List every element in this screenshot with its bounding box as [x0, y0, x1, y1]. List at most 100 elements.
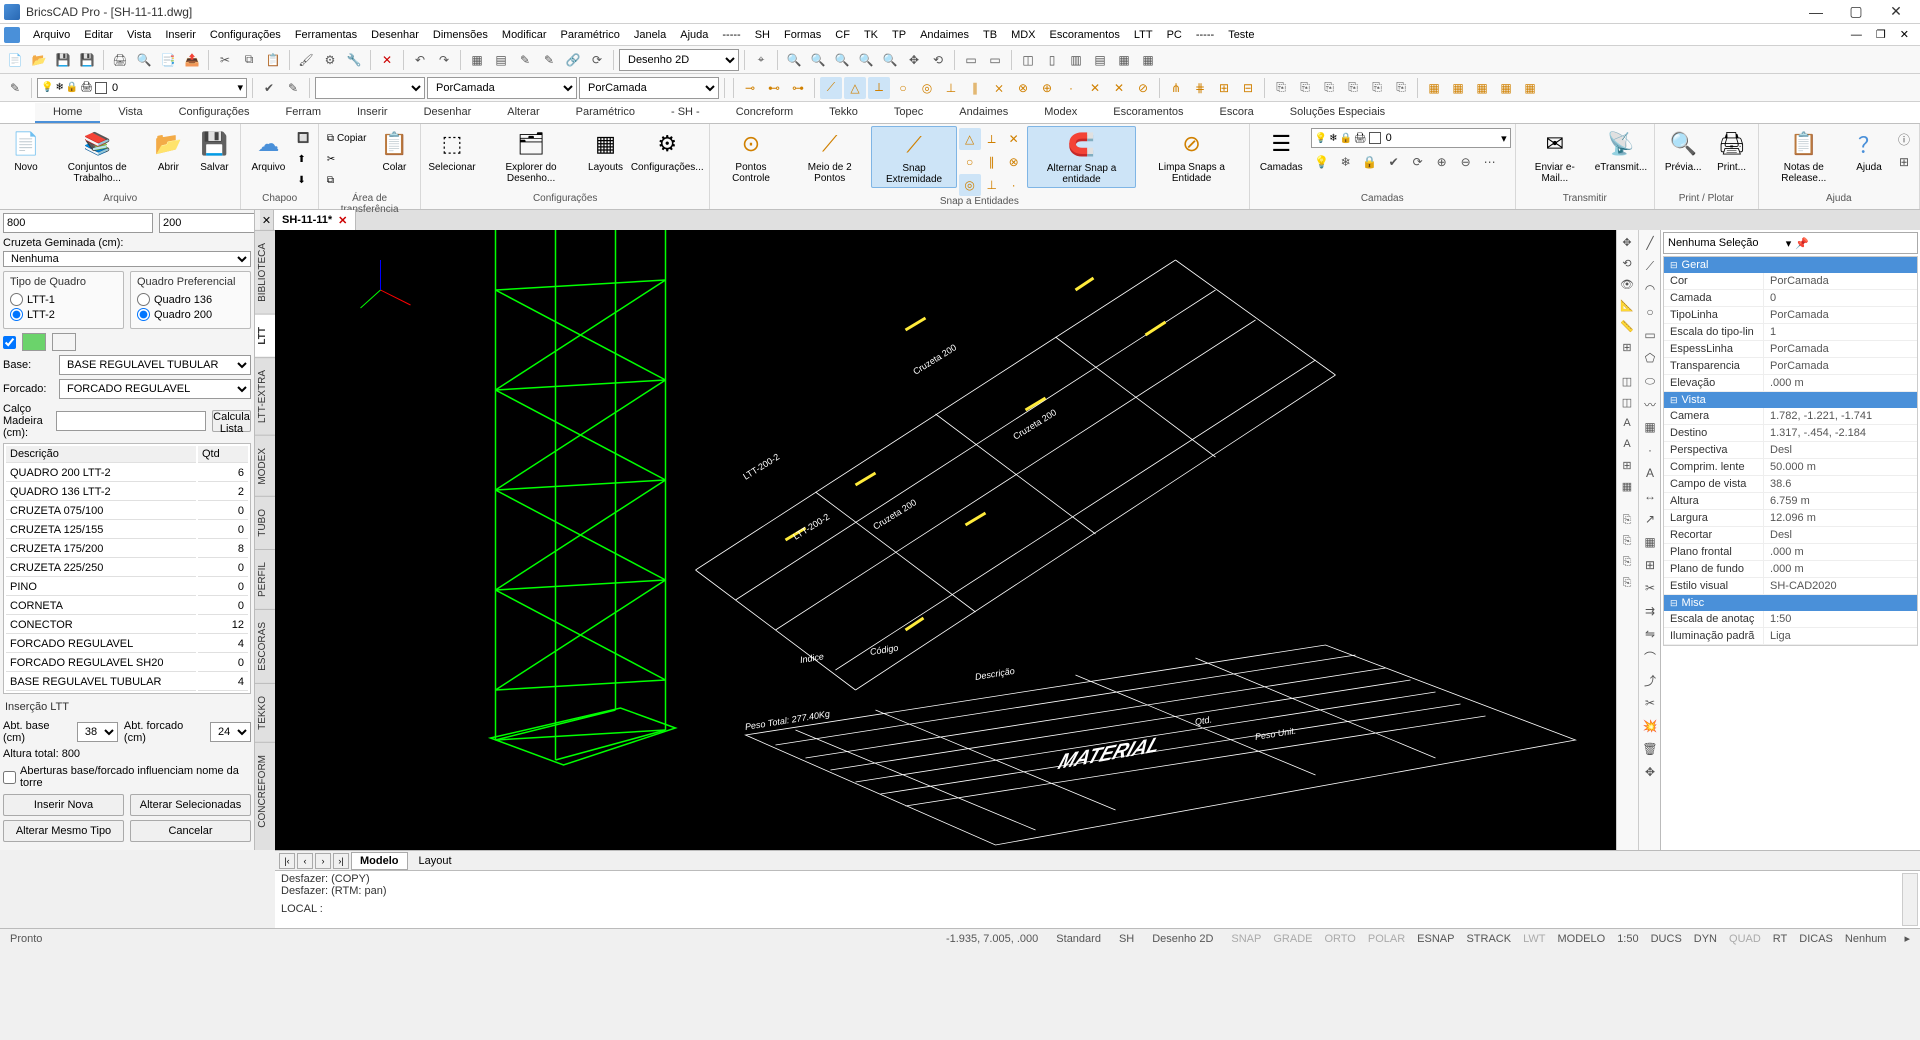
zoom5-icon[interactable]: 🔍	[879, 49, 901, 71]
release-notes-button[interactable]: 📋Notas de Release...	[1763, 126, 1845, 186]
rt-v3-icon[interactable]: ⊞	[1617, 337, 1637, 357]
ribbon-tab---sh--[interactable]: - SH -	[653, 103, 718, 123]
ribbon-tab-inserir[interactable]: Inserir	[339, 103, 406, 123]
workspace-combo[interactable]: Desenho 2D	[619, 49, 739, 71]
menu-teste[interactable]: Teste	[1221, 27, 1261, 43]
new-icon[interactable]: 📄	[4, 49, 26, 71]
dr-spl-icon[interactable]: 〰	[1639, 393, 1661, 415]
prop-row[interactable]: Plano de fundo.000 m	[1664, 561, 1917, 578]
sidetab-perfil[interactable]: PERFIL	[255, 549, 275, 609]
drawing-canvas[interactable]: Cruzeta 200 Cruzeta 200 Cruzeta 200 LTT-…	[275, 230, 1616, 850]
status-1:50[interactable]: 1:50	[1613, 933, 1642, 945]
v1-icon[interactable]: ⌖	[750, 49, 772, 71]
publish-icon[interactable]: 📤	[181, 49, 203, 71]
table-row[interactable]: CRUZETA 075/1000	[6, 503, 248, 520]
layout-last[interactable]: ›|	[333, 853, 349, 869]
prop-row[interactable]: Campo de vista38.6	[1664, 476, 1917, 493]
sidetab-modex[interactable]: MODEX	[255, 435, 275, 497]
help-s2[interactable]: ⊞	[1893, 151, 1915, 173]
sidetab-biblioteca[interactable]: BIBLIOTECA	[255, 230, 275, 314]
abt-forc-combo[interactable]: 24	[210, 722, 251, 742]
tab-layout[interactable]: Layout	[410, 852, 461, 870]
dr-rect-icon[interactable]: ▭	[1639, 324, 1661, 346]
t10-icon[interactable]: ▦	[466, 49, 488, 71]
paste-icon[interactable]: 📋	[262, 49, 284, 71]
vp5-icon[interactable]: ▦	[1137, 49, 1159, 71]
zoom3-icon[interactable]: 🔍	[831, 49, 853, 71]
sn-s6[interactable]: ⊗	[1003, 151, 1025, 173]
layp1-icon[interactable]: ✔	[258, 77, 280, 99]
ribbon-layer-dropdown[interactable]: 💡 ❄ 🔒 🖨 0 ▾	[1311, 128, 1511, 148]
menu-tp[interactable]: TP	[885, 27, 913, 43]
status-ducs[interactable]: DUCS	[1647, 933, 1686, 945]
status-sh[interactable]: SH	[1115, 933, 1138, 945]
menu-tk[interactable]: TK	[857, 27, 885, 43]
status-orto[interactable]: ORTO	[1320, 933, 1359, 945]
tab-modelo[interactable]: Modelo	[351, 852, 408, 870]
ribbon-tab-andaimes[interactable]: Andaimes	[941, 103, 1026, 123]
status-dicas[interactable]: DICAS	[1795, 933, 1837, 945]
menu-sh[interactable]: SH	[748, 27, 777, 43]
dr-div-icon[interactable]: ✂	[1639, 577, 1661, 599]
ribbon-tab-escoramentos[interactable]: Escoramentos	[1095, 103, 1201, 123]
enviar-email-button[interactable]: ✉Enviar e-Mail...	[1520, 126, 1590, 186]
prop-row[interactable]: Elevação.000 m	[1664, 375, 1917, 392]
ribbon-tab-soluções-especiais[interactable]: Soluções Especiais	[1272, 103, 1403, 123]
br1-icon[interactable]: ⎘	[1270, 77, 1292, 99]
rt-b4-icon[interactable]: ⎘	[1617, 573, 1637, 593]
dr-dim-icon[interactable]: ↔	[1639, 485, 1661, 507]
doctab-close-x[interactable]: ✕	[260, 210, 274, 230]
os8-icon[interactable]: ◎	[916, 77, 938, 99]
ribbon-tab-concreform[interactable]: Concreform	[718, 103, 811, 123]
ar1-icon[interactable]: ▦	[1423, 77, 1445, 99]
ar3-icon[interactable]: ▦	[1471, 77, 1493, 99]
status-snap[interactable]: SNAP	[1227, 933, 1265, 945]
prop-row[interactable]: EspessLinhaPorCamada	[1664, 341, 1917, 358]
explorer-button[interactable]: 🗂Explorer do Desenho...	[481, 126, 582, 186]
prop-row[interactable]: Escala de anotaç1:50	[1664, 611, 1917, 628]
os15-icon[interactable]: ✕	[1084, 77, 1106, 99]
copy2-button[interactable]: ⧉	[323, 170, 371, 190]
vr2-icon[interactable]: ▭	[984, 49, 1006, 71]
ribbon-tab-modex[interactable]: Modex	[1026, 103, 1095, 123]
camadas-button[interactable]: ☰Camadas	[1254, 126, 1309, 175]
ar5-icon[interactable]: ▦	[1519, 77, 1541, 99]
print-button[interactable]: 🖨Print...	[1710, 126, 1754, 175]
status-modelo[interactable]: MODELO	[1554, 933, 1610, 945]
ribbon-tab-tekko[interactable]: Tekko	[811, 103, 876, 123]
os1-icon[interactable]: ⊸	[739, 77, 761, 99]
ribbon-tab-configurações[interactable]: Configurações	[161, 103, 268, 123]
calco-input[interactable]	[56, 411, 206, 431]
status-std[interactable]: Standard	[1052, 933, 1105, 945]
open-icon[interactable]: 📂	[28, 49, 50, 71]
table-row[interactable]: BASE REGULAVEL TUBULAR4	[6, 674, 248, 691]
menu-cf[interactable]: CF	[828, 27, 857, 43]
zoom2-icon[interactable]: 🔍	[807, 49, 829, 71]
sidetab-ltt-extra[interactable]: LTT-EXTRA	[255, 357, 275, 435]
os16-icon[interactable]: ✕	[1108, 77, 1130, 99]
cancelar-button[interactable]: Cancelar	[130, 820, 251, 842]
lineweight-combo[interactable]: PorCamada	[579, 77, 719, 99]
menu-configurações[interactable]: Configurações	[203, 27, 288, 43]
dr-line-icon[interactable]: ╱	[1639, 232, 1661, 254]
menu-ferramentas[interactable]: Ferramentas	[288, 27, 364, 43]
status-nenhum[interactable]: Nenhum	[1841, 933, 1891, 945]
menu------[interactable]: -----	[1189, 27, 1221, 43]
os9-icon[interactable]: ⊥	[940, 77, 962, 99]
menu-tb[interactable]: TB	[976, 27, 1004, 43]
cruzeta-combo[interactable]: Nenhuma	[3, 251, 251, 267]
dr-ht-icon[interactable]: ▦	[1639, 416, 1661, 438]
dr-ext-icon[interactable]: ⤴	[1639, 669, 1661, 691]
conjuntos-button[interactable]: 📚Conjuntos de Trabalho...	[50, 126, 144, 186]
preview-icon[interactable]: 🔍	[133, 49, 155, 71]
left-val2-input[interactable]	[159, 213, 255, 233]
undo-icon[interactable]: ↶	[409, 49, 431, 71]
table-row[interactable]: PINO0	[6, 579, 248, 596]
menu-vista[interactable]: Vista	[120, 27, 158, 43]
dr-txt-icon[interactable]: A	[1639, 462, 1661, 484]
ar4-icon[interactable]: ▦	[1495, 77, 1517, 99]
linetype-combo[interactable]: PorCamada	[427, 77, 577, 99]
menu-andaimes[interactable]: Andaimes	[913, 27, 976, 43]
radio-q200[interactable]: Quadro 200	[137, 307, 244, 322]
dr-poly-icon[interactable]: ⬠	[1639, 347, 1661, 369]
